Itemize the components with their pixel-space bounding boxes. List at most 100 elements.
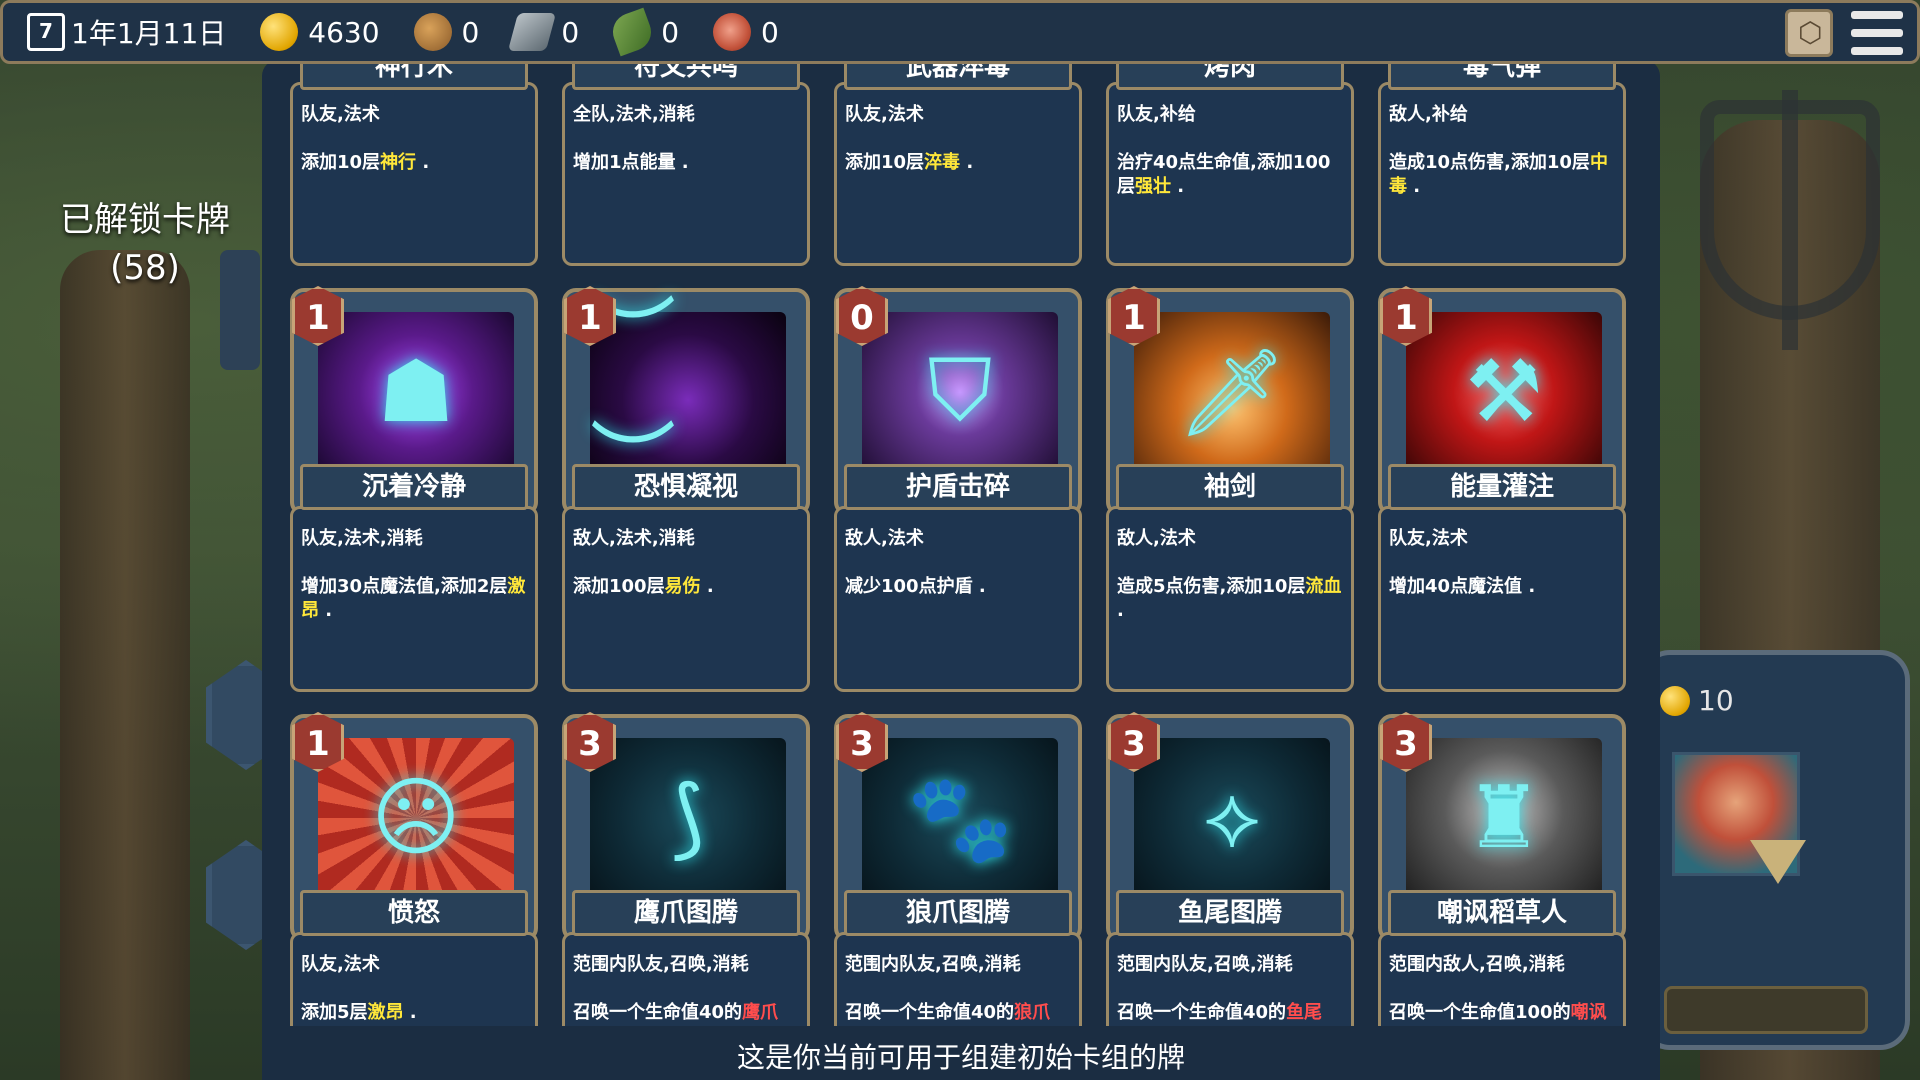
meat-resource: 0 xyxy=(713,13,779,51)
card-keyword: 流血 xyxy=(1305,576,1342,597)
card-art: ⚒ xyxy=(1406,312,1602,472)
iron-ingot-icon xyxy=(508,13,557,51)
card-effect-text: 添加10层 xyxy=(845,152,925,173)
card-art-icon: ⚒ xyxy=(1465,342,1543,442)
card-art: 🗡 xyxy=(1134,312,1330,472)
card-keyword: 强壮 xyxy=(1135,176,1171,197)
card-art-icon: ☗ xyxy=(377,342,455,442)
card-effect-text: 召唤一个生命值40的 xyxy=(845,1002,1015,1023)
card-tags: 敌人,补给 xyxy=(1389,104,1468,125)
card-name: 袖剑 xyxy=(1116,464,1344,510)
card-effect-text: 添加10层 xyxy=(301,152,381,173)
down-arrow-icon xyxy=(1750,840,1806,884)
card-effect-text: . xyxy=(403,1002,417,1023)
card-name: 嘲讽稻草人 xyxy=(1388,890,1616,936)
wood-log-icon xyxy=(413,13,452,51)
card-tags: 敌人,法术 xyxy=(845,528,924,549)
gold-coin-icon xyxy=(1660,685,1690,716)
card-description: 队友,补给 治疗40点生命值,添加100层强壮 . xyxy=(1106,82,1354,266)
card-description: 敌人,法术减少100点护盾 . xyxy=(834,506,1082,692)
card[interactable]: ⛉ 0 护盾击碎 敌人,法术 减少100点护盾 . xyxy=(834,286,1082,692)
card-tags: 范围内队友,召唤,消耗 xyxy=(845,954,1021,975)
card-keyword: 激昂 xyxy=(367,1002,404,1023)
herb-value: 0 xyxy=(661,15,680,49)
card[interactable]: ⚒ 1 能量灌注 队友,法术 增加40点魔法值 . xyxy=(1378,286,1626,692)
card-keyword: 嘲讽 xyxy=(1570,1002,1607,1023)
herb-leaf-icon xyxy=(607,7,657,57)
card-keyword: 淬毒 xyxy=(924,152,961,173)
cost-display: 10 xyxy=(1660,684,1734,717)
card-effect-text: 造成5点伤害,添加10层 xyxy=(1117,576,1306,597)
card-name: 沉着冷静 xyxy=(300,464,528,510)
card-tags: 队友,法术,消耗 xyxy=(301,528,423,549)
card[interactable]: 神行术队友,法术添加10层神行 . xyxy=(290,60,538,266)
card-effect-text: . xyxy=(1407,176,1421,197)
card[interactable]: 🗡 1 袖剑 敌人,法术 造成5点伤害,添加10层流血 . xyxy=(1106,286,1354,692)
gold-resource: 4630 xyxy=(260,13,380,51)
card[interactable]: 毒气弹 敌人,补给 造成10点伤害,添加10层中毒 . xyxy=(1378,60,1626,266)
card-name: 毒气弹 xyxy=(1388,60,1616,90)
card-art: ☗ xyxy=(318,312,514,472)
card-name: 符文共鸣 xyxy=(572,60,800,90)
card-description: 敌人,法术,消耗 添加100层易伤 . xyxy=(562,506,810,692)
card-name: 能量灌注 xyxy=(1388,464,1616,510)
card-art: 🐾 xyxy=(862,738,1058,898)
date-label: 1年1月11日 xyxy=(71,17,227,50)
card-effect-text: 增加40点魔法值 . xyxy=(1389,576,1536,597)
confirm-button[interactable] xyxy=(1664,986,1868,1034)
menu-line xyxy=(1851,47,1903,55)
card-keyword: 鱼尾 xyxy=(1286,1002,1323,1023)
card-collection-modal[interactable]: 神行术 队友,法术 添加10层神行 . 符文共鸣 全队,法术,消耗 增加1点能量 . 武器淬… xyxy=(262,60,1660,1080)
card-name: 愤怒 xyxy=(300,890,528,936)
topbar-actions xyxy=(1785,9,1903,57)
card-tags: 全队,法术,消耗 xyxy=(573,104,695,125)
card[interactable]: 符文共鸣 全队,法术,消耗 增加1点能量 . xyxy=(562,60,810,266)
meat-icon xyxy=(713,13,752,51)
card-art-icon: ☹ xyxy=(371,768,461,868)
card-description: 全队,法术,消耗 增加1点能量 . xyxy=(562,82,810,266)
card-description: 队友,法术添加10层神行 . xyxy=(290,82,538,266)
meat-value: 0 xyxy=(761,15,779,49)
deck-button[interactable] xyxy=(1785,9,1833,57)
card-tags: 敌人,法术 xyxy=(1117,528,1196,549)
card-name: 鱼尾图腾 xyxy=(1116,890,1344,936)
card-tags: 范围内队友,召唤,消耗 xyxy=(573,954,749,975)
herb-resource: 0 xyxy=(607,7,680,57)
iron-resource: 0 xyxy=(508,13,579,51)
card-tags: 队友,法术 xyxy=(301,104,380,125)
card-keyword: 神行 xyxy=(380,152,417,173)
card-description: 队友,法术 添加10层淬毒 . xyxy=(834,82,1082,266)
card-tags: 队友,法术 xyxy=(301,954,380,975)
card-art-icon: ⛉ xyxy=(927,341,993,441)
card-art-icon: 🐾 xyxy=(906,768,1014,869)
card[interactable]: ☗ 1 沉着冷静 队友,法术,消耗 增加30点魔法值,添加2层激昂 . xyxy=(290,286,538,692)
card-name: 神行术 xyxy=(300,60,528,90)
card-effect-text: . xyxy=(416,152,430,173)
card-tags: 敌人,法术,消耗 xyxy=(573,528,695,549)
card-description: 队友,法术增加40点魔法值 . xyxy=(1378,506,1626,692)
menu-line xyxy=(1851,11,1903,19)
card-art: ︶ ︶ xyxy=(590,288,786,513)
card[interactable]: 武器淬毒 队友,法术 添加10层淬毒 . xyxy=(834,60,1082,266)
menu-button[interactable] xyxy=(1851,11,1903,55)
card[interactable]: ︶ ︶ 1 恐惧凝视 敌人,法术,消耗 添加100层易伤 . xyxy=(562,286,810,692)
card-description: 敌人,法术 造成5点伤害,添加10层流血 . xyxy=(1106,506,1354,692)
cost-value: 10 xyxy=(1698,684,1734,717)
card-tags: 范围内队友,召唤,消耗 xyxy=(1117,954,1293,975)
card-effect-text: 添加100层 xyxy=(573,576,665,597)
card-tags: 队友,补给 xyxy=(1117,104,1196,125)
card-art: ⛉ xyxy=(862,312,1058,472)
card-description: 敌人,补给 造成10点伤害,添加10层中毒 . xyxy=(1378,82,1626,266)
card-name: 烤肉 xyxy=(1116,60,1344,90)
card-effect-text: 召唤一个生命值40的 xyxy=(1117,1002,1287,1023)
card-tags: 队友,法术 xyxy=(1389,528,1468,549)
card-art: ⟡ xyxy=(1134,738,1330,898)
card-art-icon: ⟆ xyxy=(671,768,705,868)
card-effect-text: 减少100点护盾 . xyxy=(845,576,986,597)
gold-coin-icon xyxy=(260,13,299,51)
unlocked-cards-count: (58) xyxy=(110,248,180,288)
gold-value: 4630 xyxy=(308,15,380,49)
card-effect-text: 造成10点伤害,添加10层 xyxy=(1389,152,1590,173)
card-effect-text: 添加5层 xyxy=(301,1002,368,1023)
card[interactable]: 烤肉 队友,补给 治疗40点生命值,添加100层强壮 . xyxy=(1106,60,1354,266)
